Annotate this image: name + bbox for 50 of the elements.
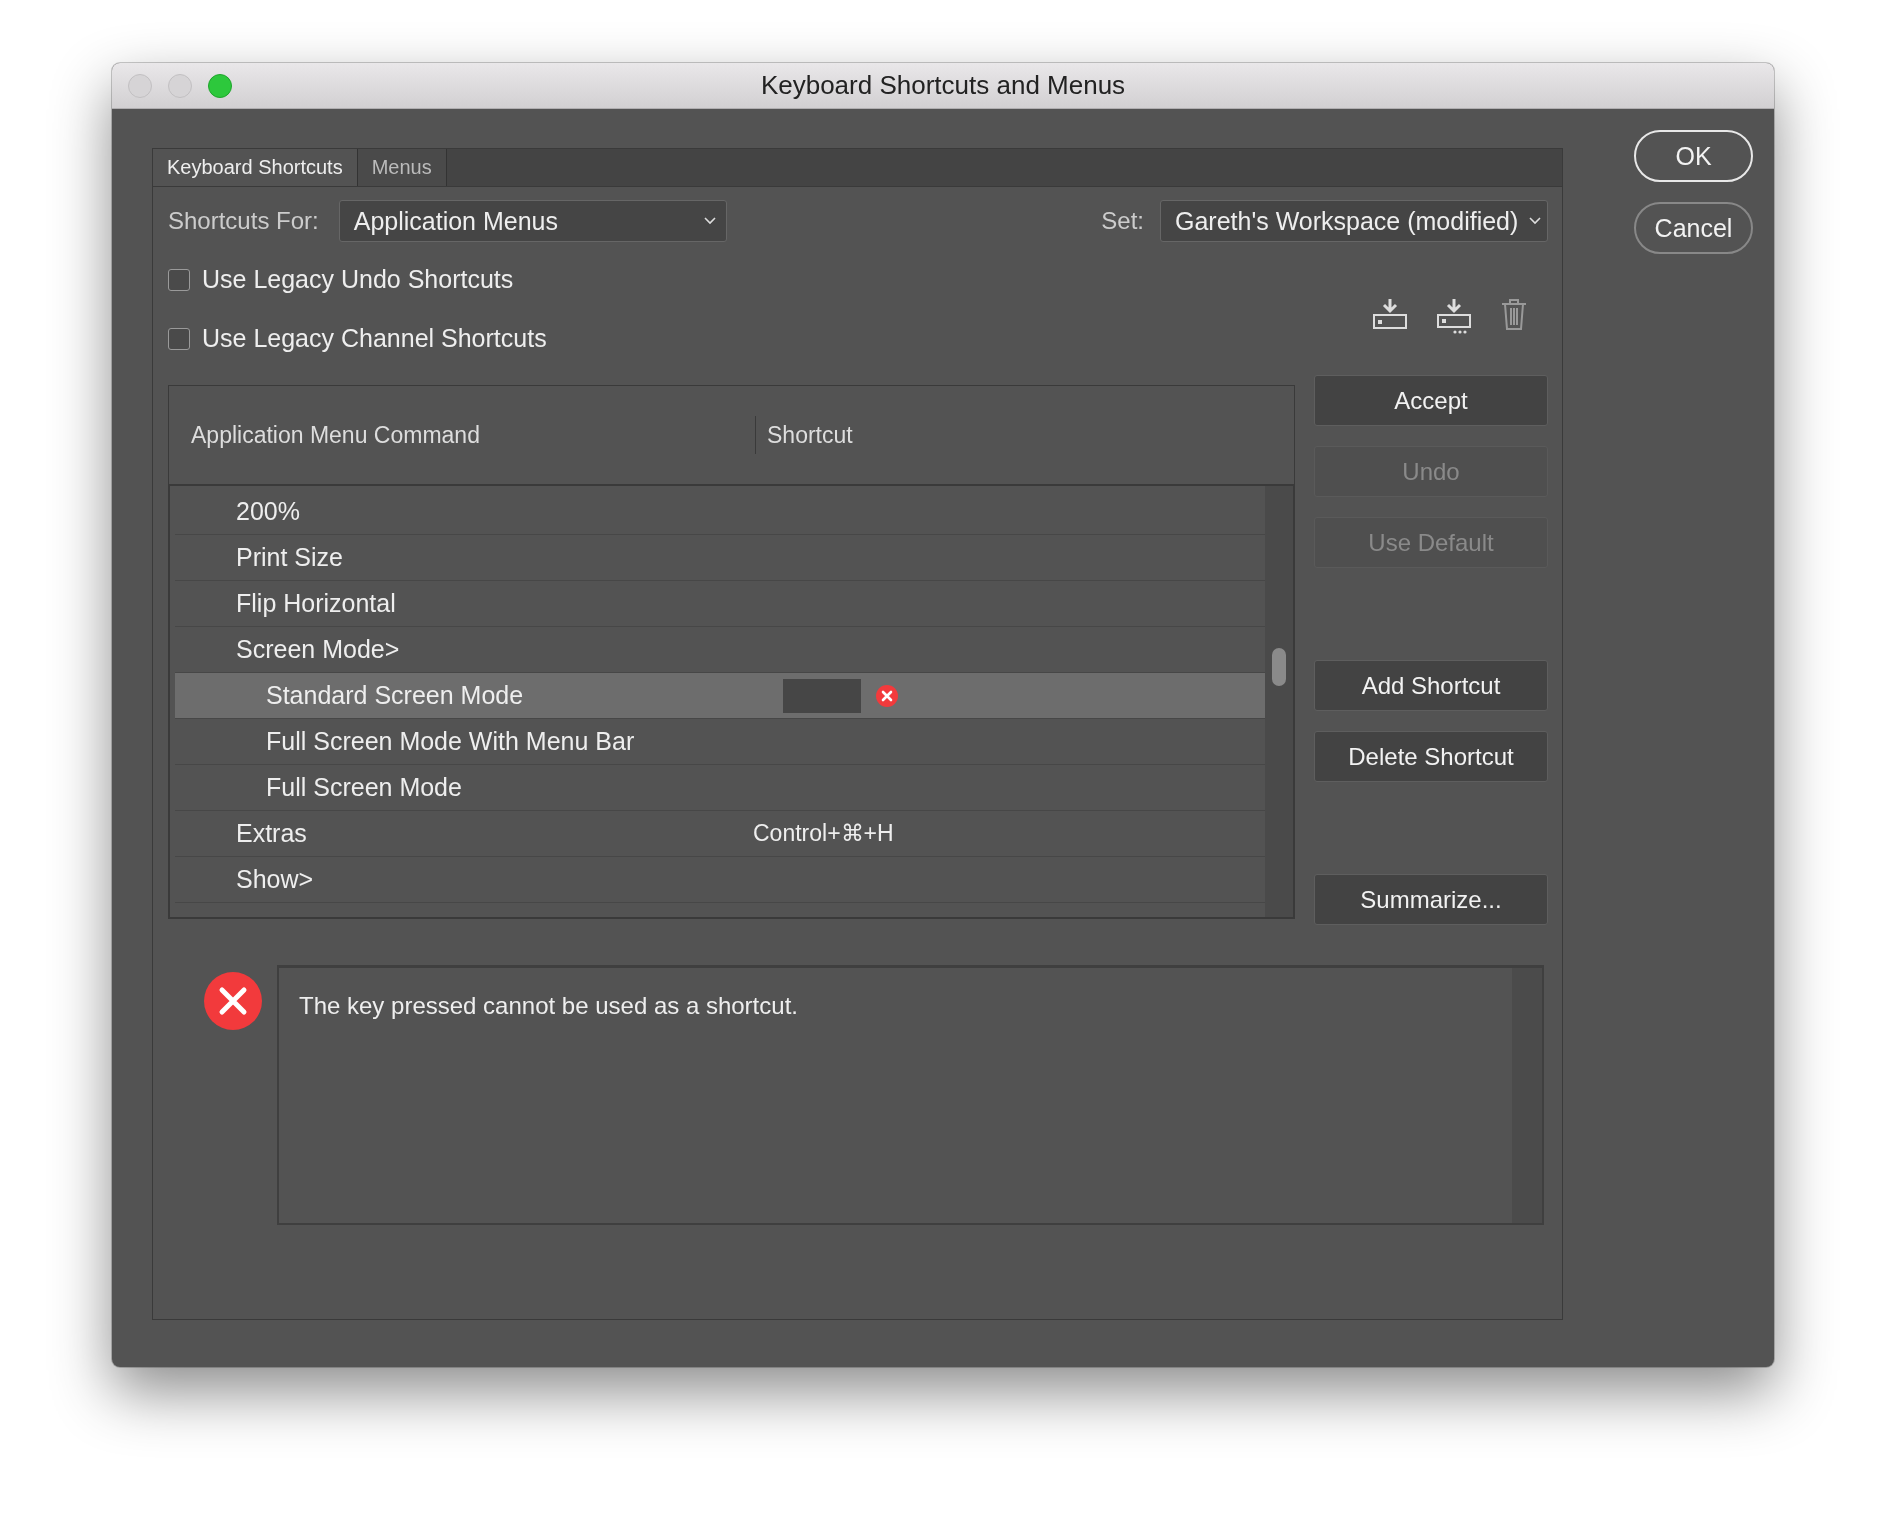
action-button[interactable]: Summarize... xyxy=(1314,874,1548,925)
command-cell-text: Full Screen Mode With Menu Bar xyxy=(265,727,636,756)
table-row[interactable]: Full Screen Mode With Menu Bar xyxy=(175,719,1265,765)
ok-button[interactable]: OK xyxy=(1634,130,1753,182)
chevron-icon xyxy=(703,217,716,225)
error-message: The key pressed cannot be used as a shortcut. xyxy=(298,991,798,1021)
column-header[interactable]: Application Menu Command xyxy=(169,416,756,454)
table-row[interactable]: Flip Horizontal xyxy=(175,581,1265,627)
action-button[interactable]: Add Shortcut xyxy=(1314,660,1548,711)
command-cell-text: Flip Horizontal xyxy=(235,589,397,618)
command-cell-text: Extras xyxy=(235,819,308,848)
trash-icon[interactable] xyxy=(1500,297,1528,331)
checkbox-label[interactable]: Use Legacy Channel Shortcuts xyxy=(202,324,547,353)
zoom-button[interactable] xyxy=(208,74,232,98)
minimize-button[interactable] xyxy=(168,74,192,98)
chevron-icon xyxy=(1529,217,1541,225)
shortcut-field[interactable] xyxy=(783,678,861,713)
table-row[interactable]: Standard Screen Mode xyxy=(175,673,1265,719)
error-icon xyxy=(203,971,263,1031)
table-row[interactable]: Show> xyxy=(175,857,1265,903)
command-cell-text: Full Screen Mode xyxy=(265,773,463,802)
command-cell-text: Print Size xyxy=(235,543,344,572)
action-button[interactable]: Accept xyxy=(1314,375,1548,426)
set-label: Set: xyxy=(1101,207,1144,235)
set-dropdown[interactable]: Gareth's Workspace (modified) xyxy=(1160,200,1548,242)
save-set-as-icon[interactable] xyxy=(1436,297,1472,335)
command-cell-text: Standard Screen Mode xyxy=(265,681,525,710)
action-button[interactable]: Delete Shortcut xyxy=(1314,731,1548,782)
checkbox[interactable] xyxy=(168,268,190,291)
checkbox[interactable] xyxy=(168,327,190,350)
command-cell-text: 200% xyxy=(235,497,301,526)
table-row[interactable]: Full Screen Mode xyxy=(175,765,1265,811)
command-cell-text: Show> xyxy=(235,865,315,894)
scrollbar-thumb[interactable] xyxy=(1272,648,1286,686)
save-set-icon[interactable] xyxy=(1372,297,1408,331)
command-cell-text: Screen Mode> xyxy=(235,635,401,664)
checkbox-label[interactable]: Use Legacy Undo Shortcuts xyxy=(202,265,514,294)
tab[interactable]: Keyboard Shortcuts xyxy=(153,149,358,186)
shortcuts-for-label: Shortcuts For: xyxy=(168,207,319,235)
shortcut-cell: Control+⌘+H xyxy=(753,820,894,847)
tab[interactable]: Menus xyxy=(357,149,447,186)
scrollbar[interactable] xyxy=(1265,486,1293,917)
close-button[interactable] xyxy=(128,74,152,98)
window-title: Keyboard Shortcuts and Menus xyxy=(760,70,1126,101)
table-row[interactable]: Extras Control+⌘+H xyxy=(175,811,1265,857)
table-row[interactable]: 200% xyxy=(175,489,1265,535)
table-row[interactable]: Print Size xyxy=(175,535,1265,581)
shortcuts-for-dropdown[interactable]: Application Menus xyxy=(338,200,727,242)
cancel-button[interactable]: Cancel xyxy=(1634,202,1753,254)
column-header[interactable]: Shortcut xyxy=(756,421,853,449)
